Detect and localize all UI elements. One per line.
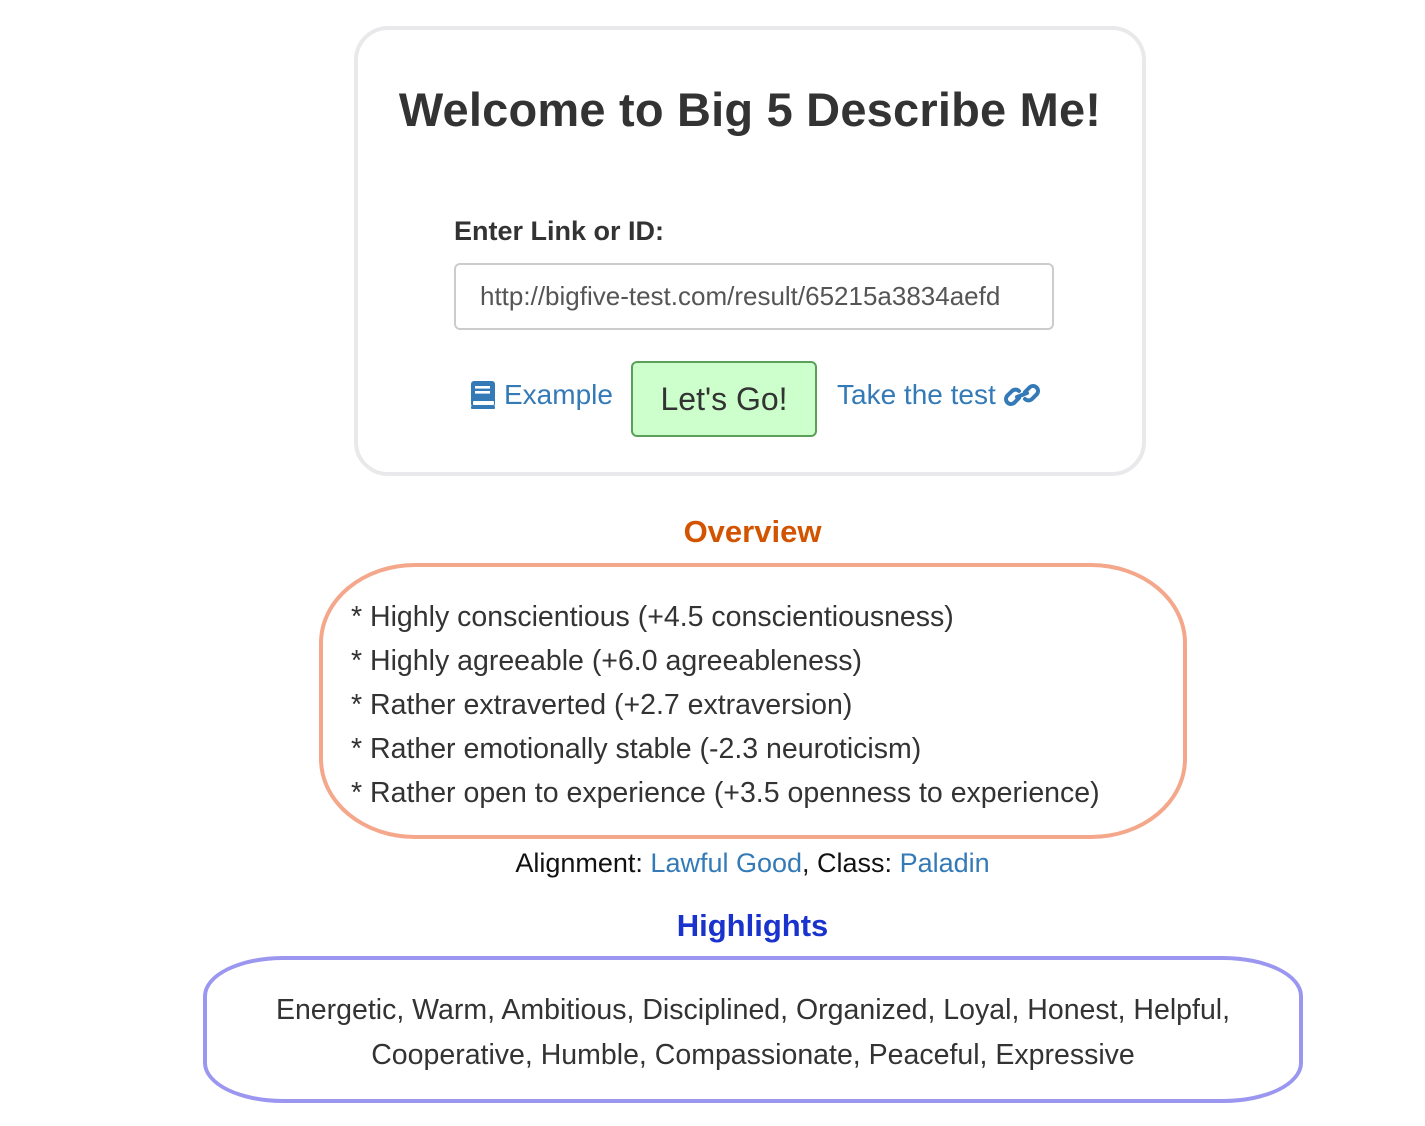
- overview-item: * Rather emotionally stable (-2.3 neurot…: [351, 733, 922, 765]
- overview-box: * Highly conscientious (+4.5 conscientio…: [319, 563, 1187, 839]
- overview-item: * Highly conscientious (+4.5 conscientio…: [351, 601, 954, 633]
- overview-item: * Rather open to experience (+3.5 openne…: [351, 777, 1100, 809]
- highlights-heading: Highlights: [676, 908, 829, 943]
- overview-item: * Highly agreeable (+6.0 agreeableness): [351, 645, 862, 677]
- link-input-label: Enter Link or ID:: [454, 216, 665, 246]
- take-the-test-label: Take the test: [837, 379, 996, 410]
- alignment-link[interactable]: Lawful Good: [650, 848, 802, 878]
- link-icon: [1003, 384, 1040, 406]
- example-link-label: Example: [504, 379, 613, 410]
- link-input[interactable]: [454, 263, 1054, 330]
- welcome-card: Welcome to Big 5 Describe Me! Enter Link…: [354, 26, 1146, 476]
- alignment-label: Alignment:: [515, 848, 651, 878]
- alignment-class-line: Alignment: Lawful Good, Class: Paladin: [0, 848, 1425, 879]
- highlights-text: Energetic, Warm, Ambitious, Disciplined,…: [275, 994, 1231, 1071]
- actions-row: Example Let's Go! Take the test: [358, 361, 1142, 437]
- example-link[interactable]: Example: [470, 379, 613, 411]
- overview-list: * Highly conscientious (+4.5 conscientio…: [351, 595, 1100, 815]
- highlights-box: Energetic, Warm, Ambitious, Disciplined,…: [203, 956, 1303, 1103]
- page: Welcome to Big 5 Describe Me! Enter Link…: [0, 0, 1425, 1126]
- lets-go-button[interactable]: Let's Go!: [631, 361, 817, 437]
- overview-heading: Overview: [683, 514, 822, 549]
- class-label: , Class:: [802, 848, 900, 878]
- class-link[interactable]: Paladin: [900, 848, 990, 878]
- overview-item: * Rather extraverted (+2.7 extraversion): [351, 689, 853, 721]
- take-the-test-link[interactable]: Take the test: [837, 379, 1040, 411]
- page-title: Welcome to Big 5 Describe Me!: [398, 83, 1102, 136]
- book-icon: [471, 381, 495, 409]
